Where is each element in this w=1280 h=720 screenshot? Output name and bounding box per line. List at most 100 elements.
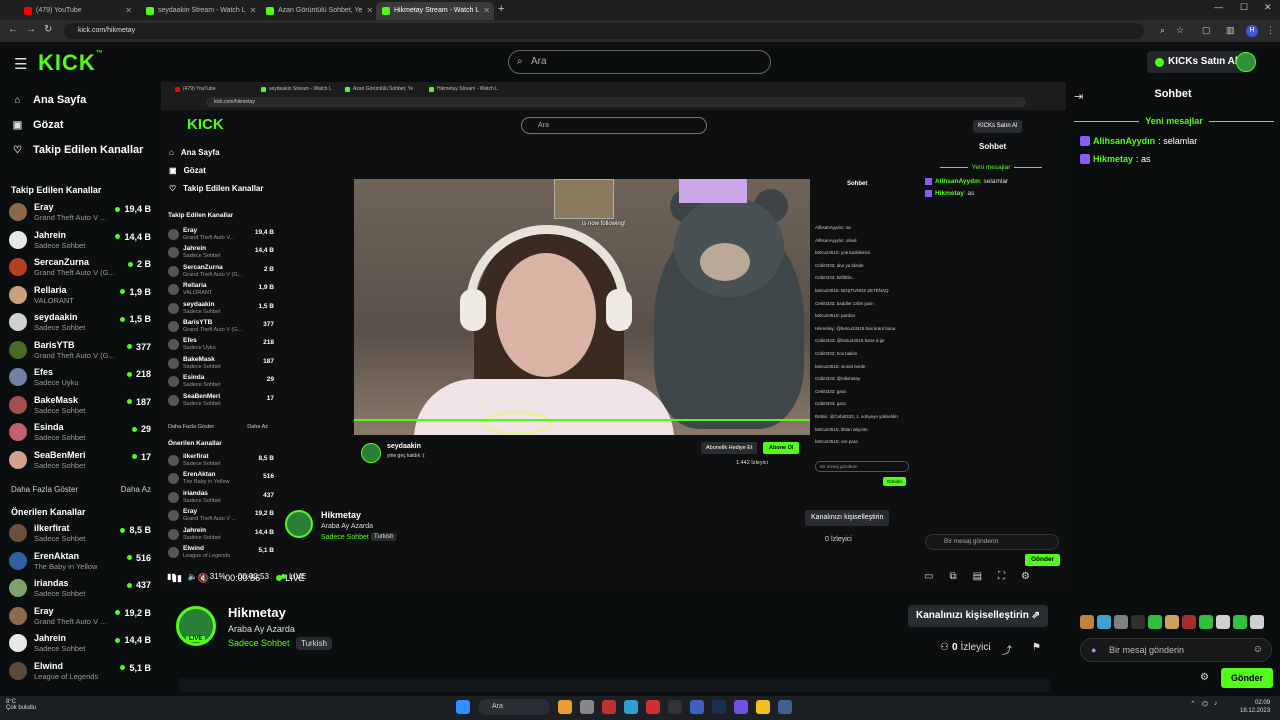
video-player[interactable]: (479) YouTube seydaakin Stream - Watch L… bbox=[161, 82, 1066, 590]
emote-icon[interactable] bbox=[1216, 615, 1230, 629]
customize-channel-button[interactable]: Kanalınızı kişiselleştirin ⇗ bbox=[908, 605, 1048, 627]
bookmark-star-icon[interactable]: ☆ bbox=[1176, 25, 1184, 36]
app-icon[interactable] bbox=[778, 700, 792, 714]
channel-item[interactable]: Eray Grand Theft Auto V... 19,4 B bbox=[168, 226, 274, 244]
channel-item[interactable]: BarisYTB Grand Theft Auto V (G... 377 bbox=[9, 337, 151, 363]
channel-item[interactable]: Eray Grand Theft Auto V ... 19,2 B bbox=[168, 507, 274, 525]
browser-tab[interactable]: seydaakin Stream - Watch L ✕ bbox=[140, 2, 258, 20]
discord-icon[interactable] bbox=[690, 700, 704, 714]
clock[interactable]: 02:09 18.12.2023 bbox=[1240, 699, 1270, 715]
stream-category[interactable]: Sadece Sohbet bbox=[228, 638, 290, 648]
emote-icon[interactable] bbox=[1148, 615, 1162, 629]
chat-input[interactable]: ● Bir mesaj gönderin ☺ bbox=[1080, 638, 1272, 662]
sidebar-item-browse[interactable]: ▣ Gözat bbox=[12, 119, 64, 131]
close-icon[interactable]: ✕ bbox=[366, 2, 373, 20]
browser-tab-active[interactable]: Hikmetay Stream - Watch L ✕ bbox=[376, 2, 494, 20]
channel-item[interactable]: SercanZurna Grand Theft Auto V (G... 2 B bbox=[168, 263, 274, 281]
channel-item[interactable]: Jahrein Sadece Sohbet 14,4 B bbox=[168, 526, 274, 544]
fullscreen-icon[interactable]: ⛶ bbox=[998, 571, 1005, 582]
emote-icon[interactable] bbox=[1114, 615, 1128, 629]
buy-kicks-button[interactable]: KICKs Satın Al bbox=[1147, 51, 1246, 73]
chevron-up-icon[interactable]: ⌃ bbox=[1190, 700, 1196, 708]
edge-icon[interactable] bbox=[624, 700, 638, 714]
app-icon[interactable] bbox=[668, 700, 682, 714]
emote-icon[interactable] bbox=[1097, 615, 1111, 629]
mute-icon[interactable]: 🔇 bbox=[198, 573, 209, 584]
app-icon[interactable] bbox=[602, 700, 616, 714]
channel-item[interactable]: Eray Grand Theft Auto V ... 19,4 B bbox=[9, 199, 151, 225]
sidebar-item-home[interactable]: ⌂ Ana Sayfa bbox=[12, 94, 86, 106]
emote-icon[interactable] bbox=[1165, 615, 1179, 629]
microphone-icon[interactable]: ● bbox=[1091, 639, 1096, 661]
emote-icon[interactable] bbox=[1080, 615, 1094, 629]
channel-item[interactable]: ErenAktan The Baby in Yellow 516 bbox=[168, 470, 274, 488]
channel-item[interactable]: seydaakin Sadece Sohbet 1,5 B bbox=[9, 309, 151, 335]
emote-icon[interactable] bbox=[1250, 615, 1264, 629]
emote-icon[interactable] bbox=[1233, 615, 1247, 629]
share-icon[interactable]: ⤴ bbox=[1002, 642, 1012, 657]
profile-avatar[interactable]: H bbox=[1246, 25, 1258, 37]
file-explorer-icon[interactable] bbox=[580, 700, 594, 714]
more-options-icon[interactable]: ⚑ bbox=[1032, 642, 1041, 653]
channel-item[interactable]: ErenAktan The Baby in Yellow 516 bbox=[9, 548, 151, 574]
show-less-link[interactable]: Daha Az bbox=[121, 485, 151, 494]
zoom-icon[interactable]: ⌕ bbox=[1160, 25, 1165, 36]
task-view-icon[interactable] bbox=[558, 700, 572, 714]
pip-icon[interactable]: ▭ bbox=[924, 571, 933, 582]
channel-item[interactable]: BarisYTB Grand Theft Auto V (G... 377 bbox=[168, 318, 274, 336]
channel-item[interactable]: Eray Grand Theft Auto V ... 19,2 B bbox=[9, 603, 151, 629]
channel-item[interactable]: SeaBenMeri Sadece Sohbet 17 bbox=[168, 392, 274, 410]
emote-icon[interactable] bbox=[1199, 615, 1213, 629]
volume-icon[interactable]: ♪ bbox=[1214, 700, 1218, 708]
close-icon[interactable]: ✕ bbox=[483, 2, 490, 20]
chrome-icon[interactable] bbox=[756, 700, 770, 714]
window-close-icon[interactable]: ✕ bbox=[1264, 2, 1272, 13]
channel-item[interactable]: SeaBenMeri Sadece Sohbet 17 bbox=[9, 447, 151, 473]
channel-item[interactable]: SercanZurna Grand Theft Auto V (G... 2 B bbox=[9, 254, 151, 280]
app-icon[interactable] bbox=[734, 700, 748, 714]
channel-item[interactable]: Efes Sadece Uyku 218 bbox=[9, 364, 151, 390]
channel-item[interactable]: Jahrein Sadece Sohbet 14,4 B bbox=[9, 630, 151, 656]
chat-username[interactable]: Hikmetay bbox=[1093, 154, 1133, 164]
channel-item[interactable]: Elwind League of Legends 5,1 B bbox=[168, 544, 274, 562]
kick-logo[interactable]: KICK™ bbox=[38, 50, 104, 76]
maximize-icon[interactable]: ☐ bbox=[1240, 2, 1248, 13]
channel-item[interactable]: ilkerfirat Sadece Sohbet 8,5 B bbox=[168, 452, 274, 470]
back-icon[interactable]: ← bbox=[8, 24, 18, 35]
weather-widget[interactable]: 8°C Çok bulutlu bbox=[6, 699, 36, 711]
minimize-icon[interactable]: — bbox=[1214, 2, 1223, 12]
channel-item[interactable]: Rellaria VALORANT 1,9 B bbox=[168, 281, 274, 299]
theatre-icon[interactable]: ▤ bbox=[973, 571, 982, 582]
chat-username[interactable]: AlihsanAyydın bbox=[1093, 136, 1155, 146]
show-more-link[interactable]: Daha Fazla Göster bbox=[11, 485, 78, 494]
new-tab-icon[interactable]: + bbox=[498, 3, 504, 15]
browser-tab[interactable]: (479) YouTube ✕ bbox=[18, 2, 138, 20]
windows-start-icon[interactable] bbox=[456, 700, 470, 714]
search-input[interactable]: ⌕ Ara bbox=[508, 50, 771, 74]
close-icon[interactable]: ✕ bbox=[250, 2, 257, 20]
language-tag[interactable]: Turkish bbox=[296, 637, 332, 650]
channel-item[interactable]: Rellaria VALORANT 1,9 B bbox=[9, 282, 151, 308]
browser-tab[interactable]: Azan Görüntülü Sohbet, Ye ✕ bbox=[260, 2, 374, 20]
hamburger-menu-icon[interactable]: ☰ bbox=[14, 55, 27, 73]
emote-icon[interactable] bbox=[1131, 615, 1145, 629]
channel-item[interactable]: BakeMask Sadece Sohbet 187 bbox=[168, 355, 274, 373]
clip-icon[interactable]: ⧉ bbox=[949, 571, 956, 582]
sidepanel-icon[interactable]: ▥ bbox=[1226, 25, 1235, 36]
extensions-icon[interactable]: ▢ bbox=[1202, 25, 1211, 36]
emote-icon[interactable] bbox=[1182, 615, 1196, 629]
channel-item[interactable]: Jahrein Sadece Sohbet 14,4 B bbox=[9, 227, 151, 253]
channel-name[interactable]: Hikmetay bbox=[228, 605, 286, 620]
settings-icon[interactable]: ⚙ bbox=[1021, 571, 1030, 582]
channel-item[interactable]: ilkerfirat Sadece Sohbet 8,5 B bbox=[9, 520, 151, 546]
send-button[interactable]: Gönder bbox=[1221, 668, 1273, 688]
forward-icon[interactable]: → bbox=[26, 24, 36, 35]
emoji-icon[interactable]: ☺ bbox=[1253, 639, 1263, 661]
channel-item[interactable]: BakeMask Sadece Sohbet 187 bbox=[9, 392, 151, 418]
browser-menu-icon[interactable]: ⋮ bbox=[1266, 25, 1275, 36]
reload-icon[interactable]: ↻ bbox=[44, 24, 52, 35]
channel-item[interactable]: iriandas Sadece Sohbet 437 bbox=[168, 489, 274, 507]
channel-item[interactable]: Efes Sadece Uyku 218 bbox=[168, 336, 274, 354]
url-field[interactable]: kick.com/hikmetay bbox=[64, 23, 1144, 39]
steam-icon[interactable] bbox=[712, 700, 726, 714]
